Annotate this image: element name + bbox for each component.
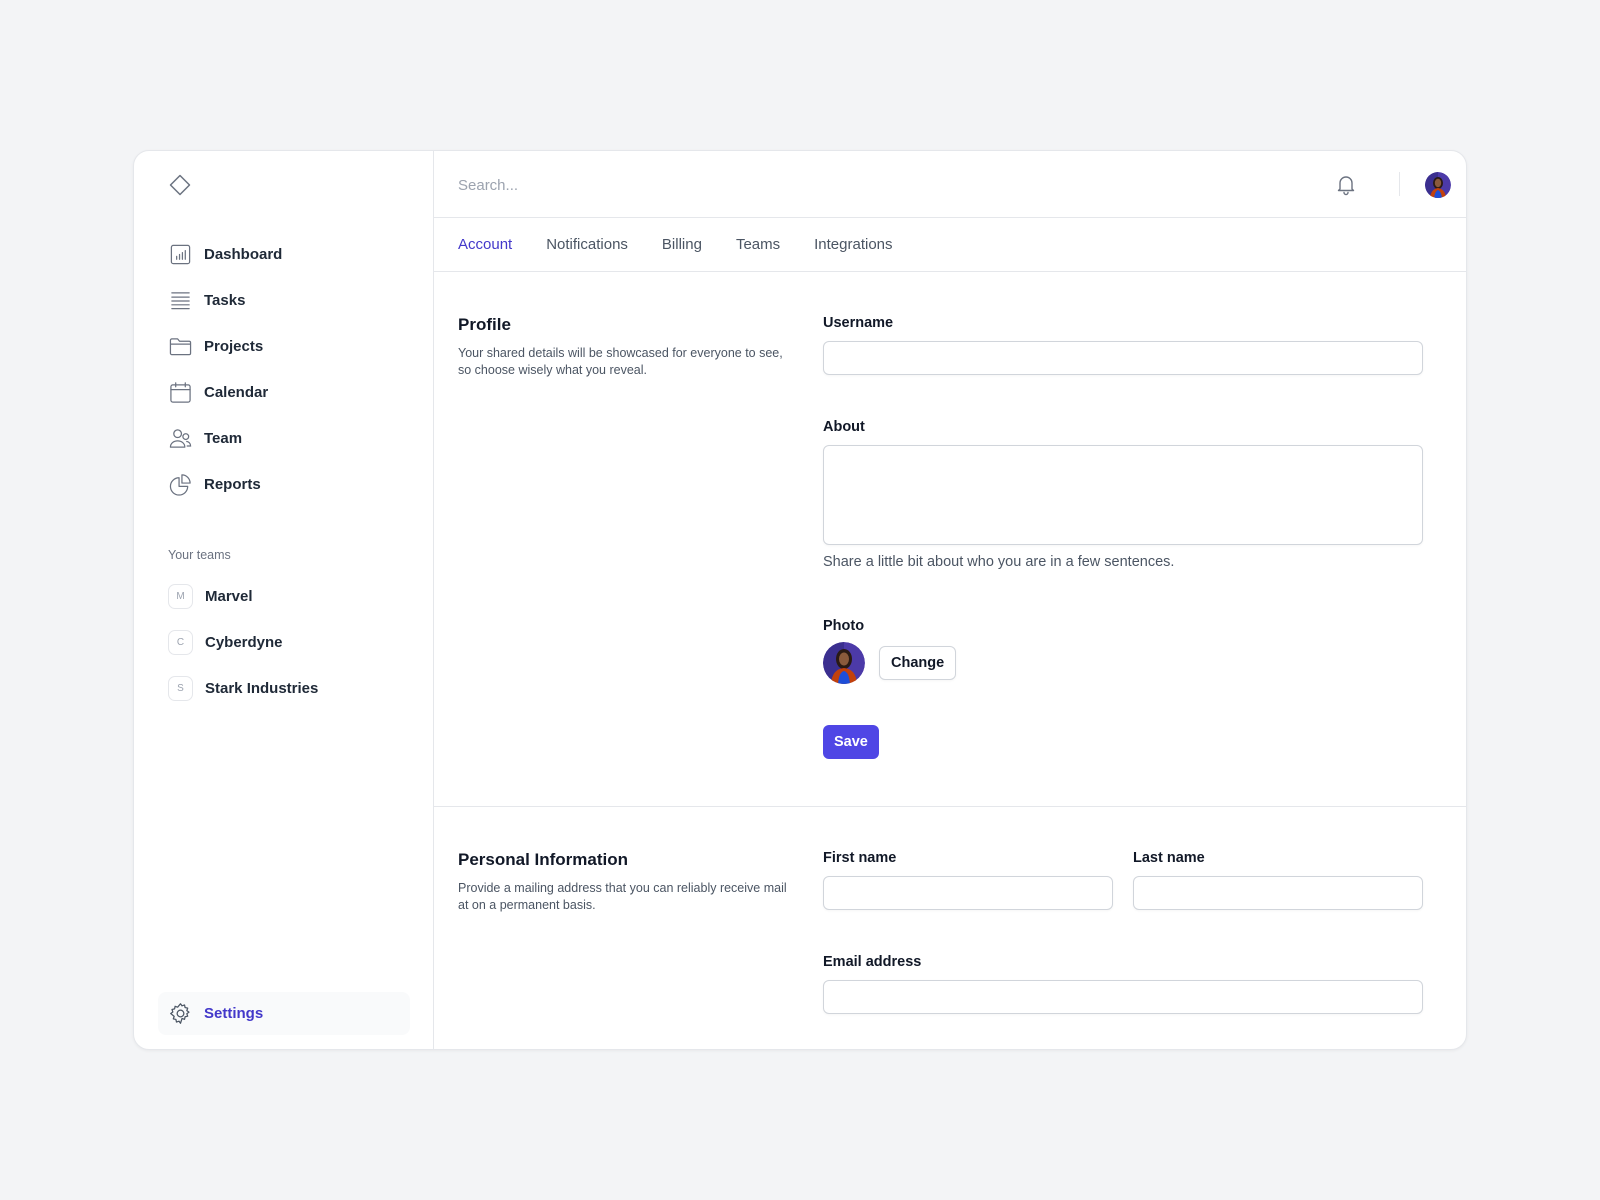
section-description: Provide a mailing address that you can r…: [458, 881, 787, 912]
sidebar-item-label: Tasks: [204, 291, 246, 309]
first-name-label: First name: [823, 850, 897, 866]
main-nav: Dashboard Tasks Projects Calendar Team R…: [158, 231, 410, 507]
sidebar: Dashboard Tasks Projects Calendar Team R…: [134, 151, 434, 1049]
tab-account[interactable]: Account: [458, 236, 512, 253]
sidebar-item-label: Reports: [204, 475, 261, 493]
section-description: Your shared details will be showcased fo…: [458, 346, 783, 377]
tab-integrations[interactable]: Integrations: [814, 236, 892, 253]
diamond-icon[interactable]: [168, 173, 192, 197]
profile-section: Profile Your shared details will be show…: [434, 272, 1466, 807]
list-icon: [168, 288, 192, 312]
about-label: About: [823, 419, 865, 435]
bell-icon[interactable]: [1334, 172, 1358, 196]
topbar: [434, 151, 1466, 218]
profile-photo-avatar: [823, 642, 865, 684]
email-input[interactable]: [823, 980, 1423, 1014]
first-name-input[interactable]: [823, 876, 1113, 910]
topbar-divider: [1399, 172, 1400, 196]
main-content: Account Notifications Billing Teams Inte…: [434, 151, 1466, 1049]
sidebar-item-tasks[interactable]: Tasks: [158, 277, 410, 323]
team-initial-badge: C: [168, 629, 193, 655]
sidebar-item-dashboard[interactable]: Dashboard: [158, 231, 410, 277]
username-input[interactable]: [823, 341, 1423, 375]
last-name-input[interactable]: [1133, 876, 1423, 910]
tab-teams[interactable]: Teams: [736, 236, 780, 253]
team-item-stark-industries[interactable]: S Stark Industries: [158, 665, 410, 711]
sidebar-item-projects[interactable]: Projects: [158, 323, 410, 369]
folder-icon: [168, 334, 192, 358]
photo-label: Photo: [823, 618, 865, 634]
team-name: Stark Industries: [205, 679, 319, 697]
tab-billing[interactable]: Billing: [662, 236, 702, 253]
sidebar-item-settings[interactable]: Settings: [158, 992, 410, 1035]
app-window: Dashboard Tasks Projects Calendar Team R…: [133, 150, 1467, 1050]
team-name: Cyberdyne: [205, 633, 283, 651]
section-title: Profile: [458, 315, 511, 334]
team-item-marvel[interactable]: M Marvel: [158, 573, 410, 619]
gear-icon: [168, 1002, 192, 1026]
sidebar-item-calendar[interactable]: Calendar: [158, 369, 410, 415]
teams-heading: Your teams: [168, 548, 231, 562]
username-label: Username: [823, 315, 894, 331]
calendar-icon: [168, 380, 192, 404]
bar-chart-icon: [168, 242, 192, 266]
about-textarea[interactable]: [823, 445, 1423, 545]
sidebar-item-reports[interactable]: Reports: [158, 461, 410, 507]
sidebar-item-label: Dashboard: [204, 245, 283, 263]
user-avatar[interactable]: [1425, 172, 1451, 198]
team-name: Marvel: [205, 587, 253, 605]
search-input[interactable]: [458, 173, 1058, 197]
save-button[interactable]: Save: [823, 725, 879, 759]
change-photo-button[interactable]: Change: [879, 646, 957, 680]
sidebar-item-team[interactable]: Team: [158, 415, 410, 461]
teams-list: M Marvel C Cyberdyne S Stark Industries: [158, 573, 410, 711]
users-icon: [168, 426, 192, 450]
sidebar-item-label: Calendar: [204, 383, 269, 401]
pie-chart-icon: [168, 472, 192, 496]
email-label: Email address: [823, 954, 922, 970]
team-item-cyberdyne[interactable]: C Cyberdyne: [158, 619, 410, 665]
last-name-label: Last name: [1133, 850, 1205, 866]
about-hint: Share a little bit about who you are in …: [823, 554, 1175, 570]
tab-notifications[interactable]: Notifications: [546, 236, 628, 253]
settings-label: Settings: [204, 1005, 264, 1022]
section-title: Personal Information: [458, 850, 629, 869]
team-initial-badge: S: [168, 675, 193, 701]
sidebar-item-label: Team: [204, 429, 243, 447]
team-initial-badge: M: [168, 583, 193, 609]
sidebar-item-label: Projects: [204, 337, 264, 355]
settings-tabs: Account Notifications Billing Teams Inte…: [434, 218, 1466, 272]
